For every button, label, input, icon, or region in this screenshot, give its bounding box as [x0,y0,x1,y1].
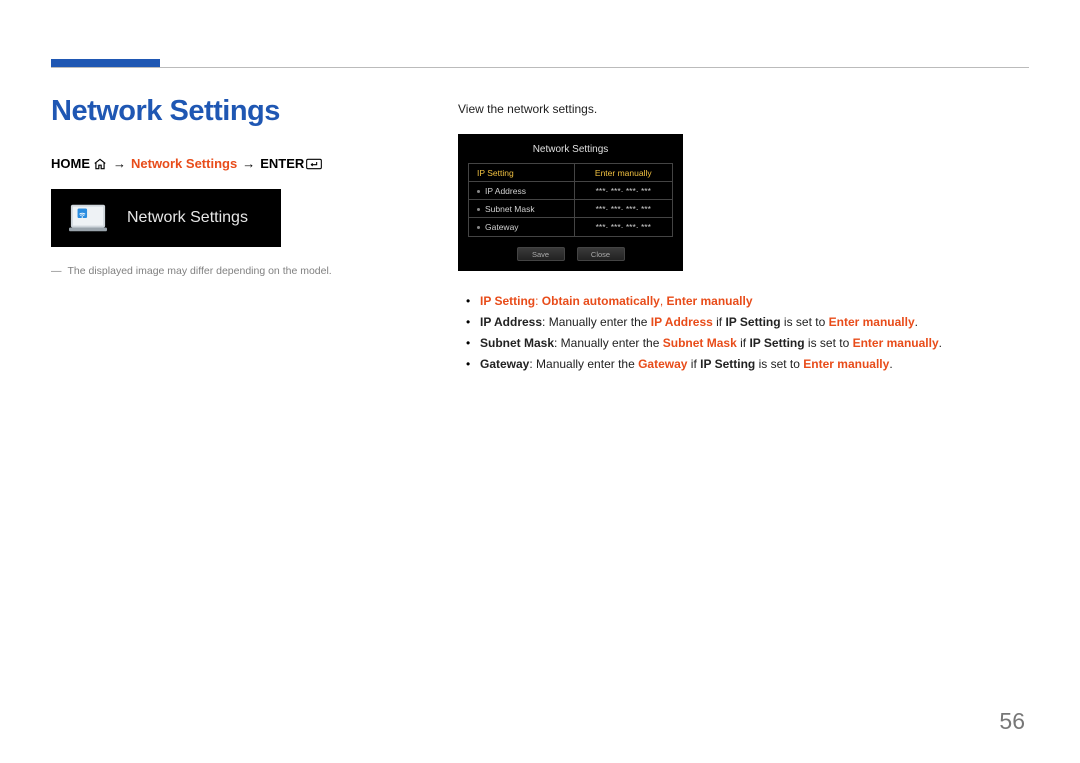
osd-cell-label: IP Setting [469,164,575,181]
caption-dash: ― [51,265,62,277]
disclaimer-caption: ― The displayed image may differ dependin… [51,263,441,280]
left-column: Network Settings HOME → Network Settings… [51,95,441,280]
page-title: Network Settings [51,95,441,128]
enter-icon [306,157,322,171]
page: Network Settings HOME → Network Settings… [0,0,1080,763]
intro-text: View the network settings. [458,102,1033,116]
bullet-dot-icon [477,190,480,193]
breadcrumb-home-label: HOME [51,156,90,171]
osd-cell-label: Gateway [469,218,575,236]
bullet-dot-icon [477,226,480,229]
list-item: IP Address: Manually enter the IP Addres… [458,312,1033,333]
breadcrumb-arrow-1: → [113,156,126,171]
breadcrumb-current: Network Settings [131,156,237,171]
horizontal-rule [51,67,1029,68]
breadcrumb-enter-label: ENTER [260,156,304,171]
osd-row-subnet-mask[interactable]: Subnet Mask ***· ***· ***· *** [469,200,672,218]
osd-cell-value: Enter manually [575,164,672,181]
laptop-wifi-icon [65,199,111,237]
osd-row-gateway[interactable]: Gateway ***· ***· ***· *** [469,218,672,236]
right-column: View the network settings. Network Setti… [458,102,1033,375]
home-icon [92,157,108,171]
osd-button-row: Save Close [468,247,673,261]
osd-cell-value: ***· ***· ***· *** [575,218,672,236]
page-number: 56 [999,708,1025,735]
osd-row-ip-setting[interactable]: IP Setting Enter manually [469,164,672,182]
menu-tile-label: Network Settings [127,209,248,227]
breadcrumb: HOME → Network Settings → ENTER [51,156,441,171]
list-item: Gateway: Manually enter the Gateway if I… [458,354,1033,375]
osd-cell-value: ***· ***· ***· *** [575,182,672,199]
osd-cell-label: Subnet Mask [469,200,575,217]
list-item: IP Setting: Obtain automatically, Enter … [458,291,1033,312]
caption-text: The displayed image may differ depending… [68,265,332,277]
osd-panel: Network Settings IP Setting Enter manual… [458,134,683,271]
osd-title: Network Settings [468,144,673,155]
bullet-dot-icon [477,208,480,211]
osd-row-ip-address[interactable]: IP Address ***· ***· ***· *** [469,182,672,200]
osd-cell-value: ***· ***· ***· *** [575,200,672,217]
save-button[interactable]: Save [517,247,565,261]
close-button[interactable]: Close [577,247,625,261]
osd-cell-label: IP Address [469,182,575,199]
menu-tile-network-settings[interactable]: Network Settings [51,189,281,247]
description-list: IP Setting: Obtain automatically, Enter … [458,291,1033,375]
breadcrumb-arrow-2: → [242,156,255,171]
list-item: Subnet Mask: Manually enter the Subnet M… [458,333,1033,354]
osd-table: IP Setting Enter manually IP Address ***… [468,163,673,237]
